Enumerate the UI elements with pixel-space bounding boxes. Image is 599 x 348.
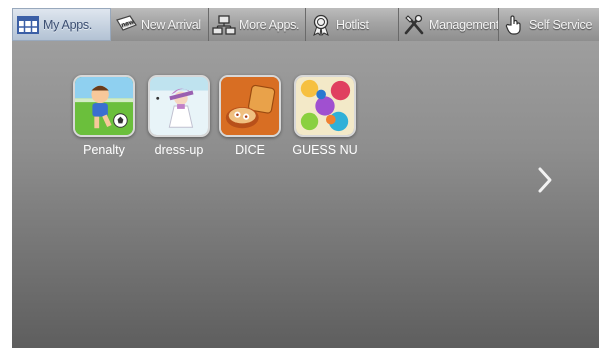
tab-hotlist[interactable]: Hotlist	[306, 8, 399, 41]
network-icon	[212, 14, 236, 36]
tab-label: More Apps.	[239, 17, 300, 32]
award-ribbon-icon	[309, 14, 333, 36]
penalty-game-icon[interactable]	[73, 75, 135, 137]
chevron-right-icon[interactable]	[537, 166, 553, 194]
tab-self-service[interactable]: Self Service	[499, 8, 599, 41]
app-label: Penalty	[83, 143, 125, 157]
apps-grid-icon	[16, 14, 40, 36]
app-tile-dress-up[interactable]: dress-up	[142, 75, 216, 157]
tab-management[interactable]: Management	[399, 8, 499, 41]
hand-pointer-icon	[502, 14, 526, 36]
app-label: dress-up	[154, 143, 204, 157]
dress-up-game-icon[interactable]	[148, 75, 210, 137]
app-label: DICE	[235, 143, 265, 157]
tab-my-apps[interactable]: My Apps.	[12, 8, 111, 41]
tab-bar: My Apps. new New Arrival More Apps. Hotl…	[12, 8, 599, 41]
guess-number-game-icon[interactable]	[294, 75, 356, 137]
tab-label: My Apps.	[43, 17, 93, 32]
tab-new-arrival[interactable]: new New Arrival	[111, 8, 209, 41]
tools-icon	[402, 14, 426, 36]
tab-label: Hotlist	[336, 17, 369, 32]
tab-label: Management	[429, 17, 499, 32]
new-tag-icon: new	[114, 14, 138, 36]
dice-game-icon[interactable]	[219, 75, 281, 137]
tab-label: Self Service	[529, 17, 593, 32]
tab-label: New Arrival	[141, 17, 201, 32]
app-tile-guess-nu[interactable]: GUESS NU	[288, 75, 362, 157]
app-tile-dice[interactable]: DICE	[213, 75, 287, 157]
next-page-arrow[interactable]	[537, 166, 553, 194]
app-label: GUESS NU	[292, 143, 358, 157]
apps-panel: Penalty dress-up DICE GUESS NU	[12, 41, 599, 348]
tab-more-apps[interactable]: More Apps.	[209, 8, 306, 41]
app-window: My Apps. new New Arrival More Apps. Hotl…	[12, 8, 599, 348]
app-tile-penalty[interactable]: Penalty	[67, 75, 141, 157]
